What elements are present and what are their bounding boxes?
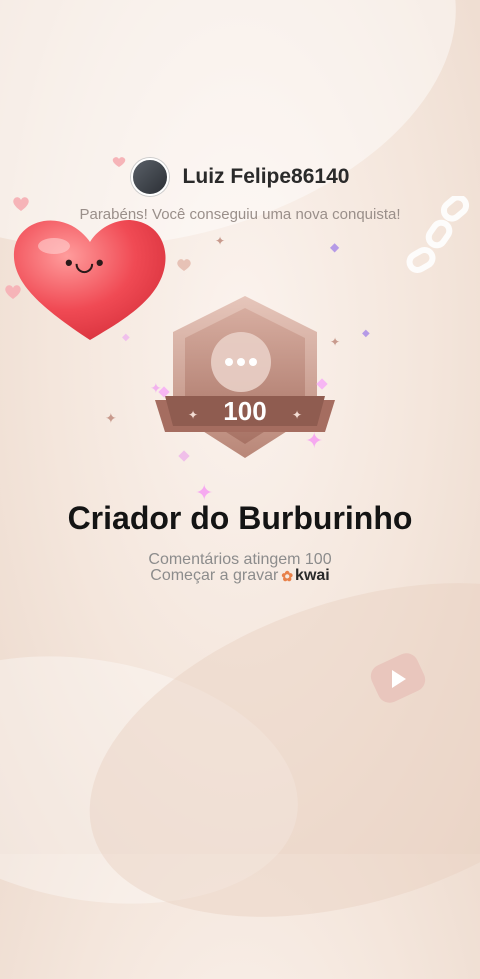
record-label: Começar a gravar: [150, 567, 279, 584]
sparkle-icon: ✦: [105, 410, 117, 426]
sparkle-icon: ✦: [305, 428, 324, 453]
sparkle-icon: ✦: [330, 335, 341, 349]
sparkle-icon: ✦: [215, 234, 226, 248]
user-row: Luiz Felipe86140: [0, 158, 480, 196]
background-swirl: [0, 625, 318, 935]
sparkle-icon: ◆: [362, 328, 370, 339]
sparkle-icon: ◆: [330, 240, 340, 254]
background-swirl: [47, 520, 480, 979]
small-heart-icon: [5, 285, 21, 299]
small-heart-icon: [177, 259, 191, 271]
record-link[interactable]: Começar a gravar ✿ kwai: [0, 567, 480, 585]
svg-text:✦: ✦: [292, 408, 302, 422]
heart-face: •◡•: [65, 250, 106, 275]
svg-text:✦: ✦: [188, 408, 198, 422]
sparkle-icon: ◆: [122, 332, 130, 343]
badge-number: 100: [223, 396, 266, 426]
achievement-title: Criador do Burburinho: [67, 500, 413, 536]
username: Luiz Felipe86140: [182, 165, 350, 188]
kwai-brand-text: kwai: [295, 567, 330, 584]
small-heart-icon: [13, 197, 29, 211]
avatar[interactable]: [130, 158, 169, 196]
small-heart-icon: [112, 157, 126, 167]
play-icon: [370, 653, 426, 703]
kwai-logo-icon: ✿ kwai: [281, 567, 329, 585]
kwai-mark-icon: ✿: [281, 567, 294, 584]
